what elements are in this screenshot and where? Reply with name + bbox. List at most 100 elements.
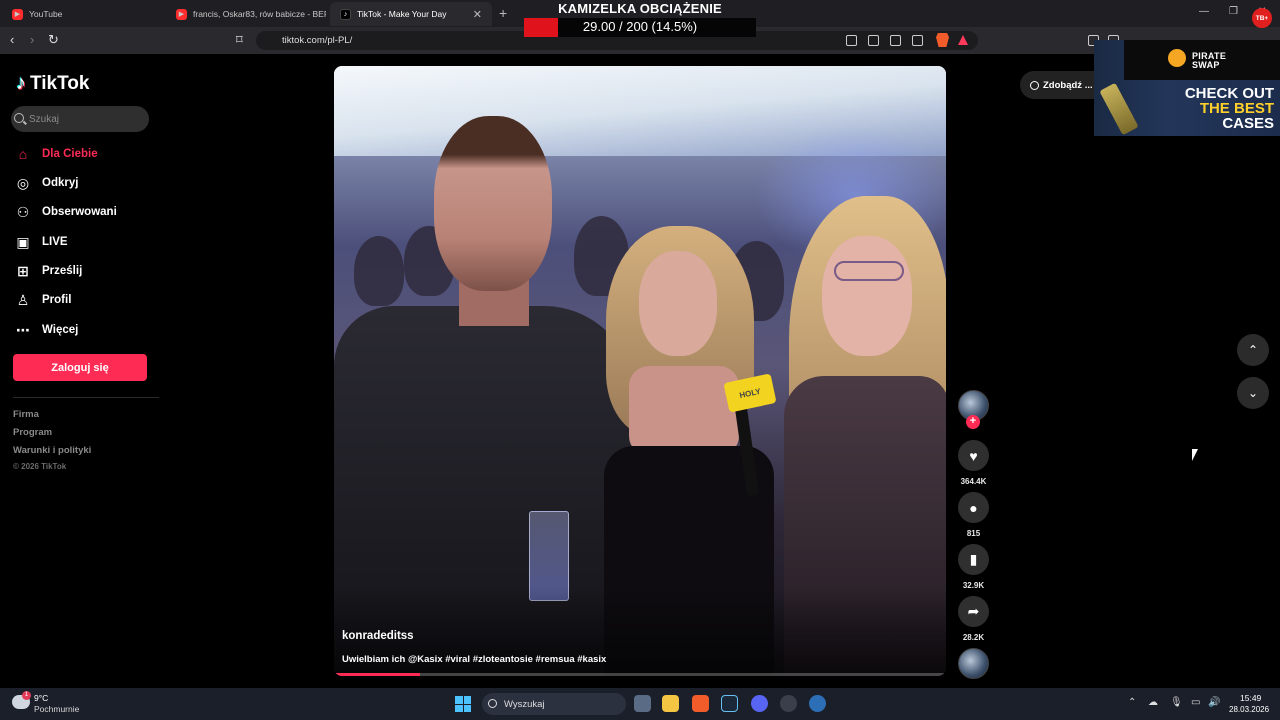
video-progress-bar[interactable] xyxy=(334,673,946,676)
pirate-logo-icon xyxy=(1168,49,1186,67)
save-button[interactable]: ▮ xyxy=(958,544,989,575)
url-text: tiktok.com/pl-PL/ xyxy=(282,35,353,46)
footer-link-program[interactable]: Program xyxy=(13,427,52,438)
ad-headline-2: THE BEST xyxy=(1199,100,1274,117)
tab-title: TikTok - Make Your Day xyxy=(357,9,447,19)
weather-badge: 1 xyxy=(22,691,31,700)
sidebar-item-label: Więcej xyxy=(42,324,79,336)
taskbar: 1 9°C Pochmurnie Wyszukaj ⌃ ☁ 🎙 ▭ 🔊 15:4… xyxy=(0,688,1280,720)
discord-icon[interactable] xyxy=(751,695,768,712)
sidebar-item-label: Obserwowani xyxy=(42,206,117,218)
get-app-label: Zdobądź ... xyxy=(1043,79,1093,91)
brave-rewards-icon[interactable] xyxy=(958,35,968,45)
task-view-icon[interactable] xyxy=(634,695,651,712)
footer-link-terms[interactable]: Warunki i polityki xyxy=(13,445,91,456)
volume-icon[interactable]: 🔊 xyxy=(1208,697,1220,708)
sidebar-item-following[interactable]: ⚇ Obserwowani xyxy=(14,202,117,222)
share-button[interactable]: ➦ xyxy=(958,596,989,627)
share-arrow-icon: ➦ xyxy=(967,603,980,619)
video-frame-host-glasses xyxy=(834,261,904,281)
sidebar-item-label: Prześlij xyxy=(42,265,83,277)
next-video-button[interactable]: ⌄ xyxy=(1237,377,1269,409)
chevron-up-icon: ⌃ xyxy=(1247,343,1259,357)
comment-button[interactable]: ● xyxy=(958,492,989,523)
sidebar-item-label: Odkryj xyxy=(42,177,79,189)
knife-icon xyxy=(1099,82,1139,136)
onedrive-icon[interactable]: ☁ xyxy=(1148,697,1158,708)
sound-disc[interactable] xyxy=(958,648,989,679)
translate-icon[interactable] xyxy=(868,35,879,46)
forward-icon[interactable]: › xyxy=(30,32,34,47)
weather-temperature[interactable]: 9°C xyxy=(34,693,48,703)
video-progress-fill xyxy=(334,673,420,676)
tab-youtube-berlin[interactable]: ▶ francis, Oskar83, rów babicze - BERLIN xyxy=(166,2,326,26)
tiktok-icon: ♪ xyxy=(16,72,26,94)
following-icon: ⚇ xyxy=(16,203,30,220)
login-button[interactable]: Zaloguj się xyxy=(13,354,147,381)
sidebar-item-for-you[interactable]: ⌂ Dla Ciebie xyxy=(14,144,98,164)
sidebar-item-upload[interactable]: ⊞ Prześlij xyxy=(14,261,82,281)
ad-headline-3: CASES xyxy=(1222,115,1274,132)
sidebar-item-profile[interactable]: ♙ Profil xyxy=(14,290,72,310)
like-button[interactable]: ♥ xyxy=(958,440,989,471)
minimize-icon[interactable]: — xyxy=(1199,6,1209,17)
sidebar-item-live[interactable]: ▣ LIVE xyxy=(14,232,67,252)
clock-time[interactable]: 15:49 xyxy=(1240,693,1280,703)
search-input[interactable]: Szukaj xyxy=(11,106,149,132)
tab-title: YouTube xyxy=(29,9,63,19)
youtube-icon: ▶ xyxy=(12,8,23,20)
back-icon[interactable]: ‹ xyxy=(10,32,14,47)
like-count: 364.4K xyxy=(960,477,987,486)
microphone-icon[interactable]: 🎙 xyxy=(1170,697,1183,708)
compass-icon: ◎ xyxy=(16,174,30,191)
bookmark-icon[interactable]: ⌑ xyxy=(236,32,243,48)
comment-icon: ● xyxy=(969,499,978,516)
search-icon xyxy=(14,113,24,123)
weather-description[interactable]: Pochmurnie xyxy=(34,704,79,714)
taskbar-search[interactable]: Wyszukaj xyxy=(482,693,626,715)
sidebar-item-explore[interactable]: ◎ Odkryj xyxy=(14,173,79,193)
video-frame-man-head xyxy=(434,116,552,291)
steam-icon[interactable] xyxy=(721,695,738,712)
tray-overflow-icon[interactable]: ⌃ xyxy=(1128,697,1136,708)
mouse-cursor-icon xyxy=(1192,449,1198,461)
file-explorer-icon[interactable] xyxy=(662,695,679,712)
taskbar-search-label: Wyszukaj xyxy=(504,698,545,710)
brave-browser-icon[interactable] xyxy=(692,695,709,712)
restore-icon[interactable]: ❐ xyxy=(1229,6,1238,17)
extension-badge[interactable]: TB+ xyxy=(1252,8,1272,28)
tab-youtube[interactable]: ▶ YouTube xyxy=(2,2,166,26)
bookmark-icon: ▮ xyxy=(969,551,978,567)
reader-icon[interactable] xyxy=(846,35,857,46)
new-tab-button[interactable]: + xyxy=(499,5,507,21)
pirateswap-ad[interactable]: PIRATE SWAP CHECK OUT THE BEST CASES xyxy=(1094,40,1280,136)
overlay-title: KAMIZELKA OBCIĄŻENIE xyxy=(558,1,722,16)
network-icon[interactable]: ▭ xyxy=(1191,697,1200,708)
footer-link-company[interactable]: Firma xyxy=(13,409,39,420)
app-icon[interactable] xyxy=(780,695,797,712)
previous-video-button[interactable]: ⌃ xyxy=(1237,334,1269,366)
share-icon[interactable] xyxy=(912,35,923,46)
copyright: © 2026 TikTok xyxy=(13,462,67,471)
app-icon-blue[interactable] xyxy=(809,695,826,712)
tiktok-logo[interactable]: ♪ TikTok xyxy=(16,72,89,95)
heart-icon: ♥ xyxy=(969,447,978,464)
windows-start-icon[interactable] xyxy=(455,696,471,712)
video-player[interactable]: HOLY konradeditss Uwielbiam ich @Kasix #… xyxy=(334,66,946,676)
clock-date[interactable]: 28.03.2026 xyxy=(1229,705,1269,714)
video-frame-host-face xyxy=(822,236,912,356)
tiktok-icon: ♪ xyxy=(340,8,351,20)
cast-icon[interactable] xyxy=(890,35,901,46)
ad-brand: PIRATE SWAP xyxy=(1192,52,1226,70)
reload-icon[interactable]: ↻ xyxy=(48,32,59,48)
video-caption[interactable]: Uwielbiam ich @Kasix #viral #zloteantosi… xyxy=(342,654,606,665)
download-icon xyxy=(1030,80,1039,90)
follow-button[interactable]: + xyxy=(966,415,980,429)
close-tab-icon[interactable]: ✕ xyxy=(473,8,482,21)
tab-tiktok[interactable]: ♪ TikTok - Make Your Day ✕ xyxy=(330,2,492,26)
youtube-icon: ▶ xyxy=(176,8,187,20)
video-author[interactable]: konradeditss xyxy=(342,630,414,642)
tab-title: francis, Oskar83, rów babicze - BERLIN xyxy=(193,9,326,19)
sidebar-item-more[interactable]: ⋯ Więcej xyxy=(14,320,78,340)
overlay-progress-value: 29.00 / 200 (14.5%) xyxy=(582,19,698,34)
